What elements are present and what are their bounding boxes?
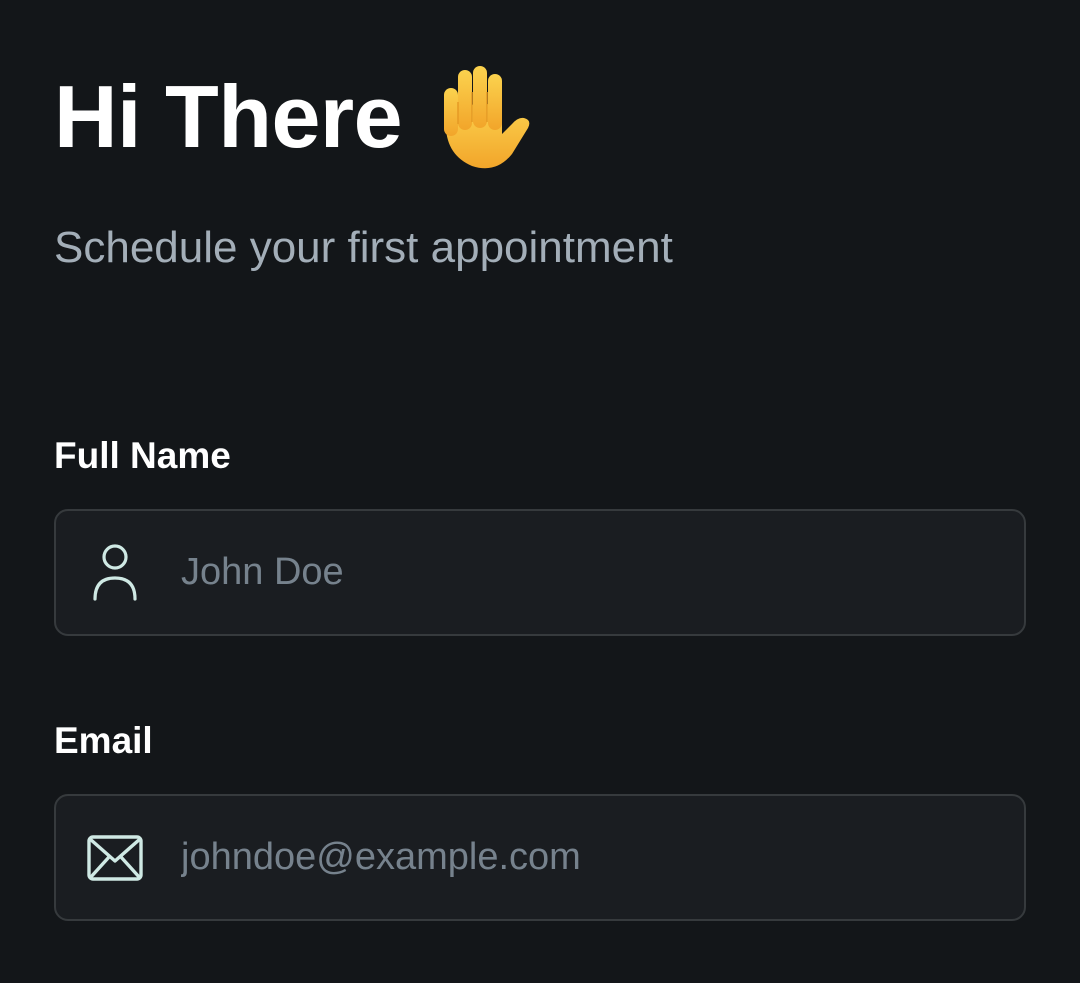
waving-hand-icon <box>424 62 532 172</box>
page-title: Hi There <box>54 67 403 166</box>
email-field[interactable] <box>54 794 1026 921</box>
email-label: Email <box>54 720 153 761</box>
email-input[interactable] <box>181 827 1024 888</box>
greeting-header: Hi There <box>54 62 532 172</box>
user-icon <box>86 543 144 602</box>
full-name-label: Full Name <box>54 435 231 476</box>
appointment-form-page: Hi There Schedule your first appointment… <box>0 0 1080 983</box>
full-name-field[interactable] <box>54 509 1026 636</box>
mail-icon <box>86 829 144 887</box>
full-name-input[interactable] <box>181 542 1024 603</box>
page-subtitle: Schedule your first appointment <box>54 223 673 272</box>
